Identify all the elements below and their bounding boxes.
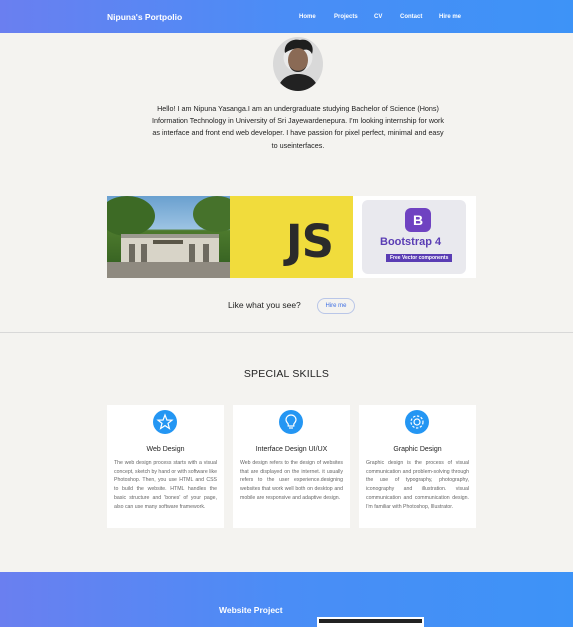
nav-link-contact[interactable]: Contact [400,14,422,20]
profile-avatar [273,37,323,91]
bootstrap-subtitle: Free Vector components [386,254,453,262]
javascript-logo-image: JS [230,196,353,278]
campus-image [107,196,230,278]
project-section [0,572,573,627]
skill-card-title: Web Design [146,446,185,453]
nav-link-cv[interactable]: CV [374,14,382,20]
section-divider [0,332,573,333]
navbar: Nipuna's Portpolio Home Projects CV Cont… [0,0,573,33]
skill-card-graphic-design: Graphic Design Graphic design is the pro… [359,405,476,528]
skill-card-text: The web design process starts with a vis… [114,460,217,510]
skill-card-title: Graphic Design [393,446,442,453]
skills-heading: SPECIAL SKILLS [243,368,330,380]
nav-link-hire-me[interactable]: Hire me [439,14,461,20]
lightbulb-icon [279,410,303,434]
project-screenshot[interactable] [317,617,424,627]
skill-card-title: Interface Design UI/UX [255,446,328,453]
nav-link-projects[interactable]: Projects [334,14,358,20]
project-section-title: Website Project [219,605,283,615]
bootstrap-card: B Bootstrap 4 Free Vector components [362,200,466,274]
hire-me-button[interactable]: Hire me [317,298,355,314]
brand-logo[interactable]: Nipuna's Portpolio [107,12,182,22]
skill-card-text: Graphic design is the process of visual … [366,460,469,510]
skill-card-interface-design: Interface Design UI/UX Web design refers… [233,405,350,528]
cta-text: Like what you see? [228,300,301,310]
project-screenshot-toolbar [319,619,422,623]
star-icon [153,410,177,434]
bootstrap-logo-icon: B [405,208,431,232]
intro-paragraph: Hello! I am Nipuna Yasanga.I am an under… [151,104,445,150]
skill-card-text: Web design refers to the design of websi… [240,460,343,501]
skill-card-web-design: Web Design The web design process starts… [107,405,224,528]
bootstrap-image: B Bootstrap 4 Free Vector components [353,196,476,278]
bootstrap-title: Bootstrap 4 [380,236,442,248]
js-logo-text: JS [285,215,334,268]
gear-icon [405,410,429,434]
nav-link-home[interactable]: Home [299,14,316,20]
